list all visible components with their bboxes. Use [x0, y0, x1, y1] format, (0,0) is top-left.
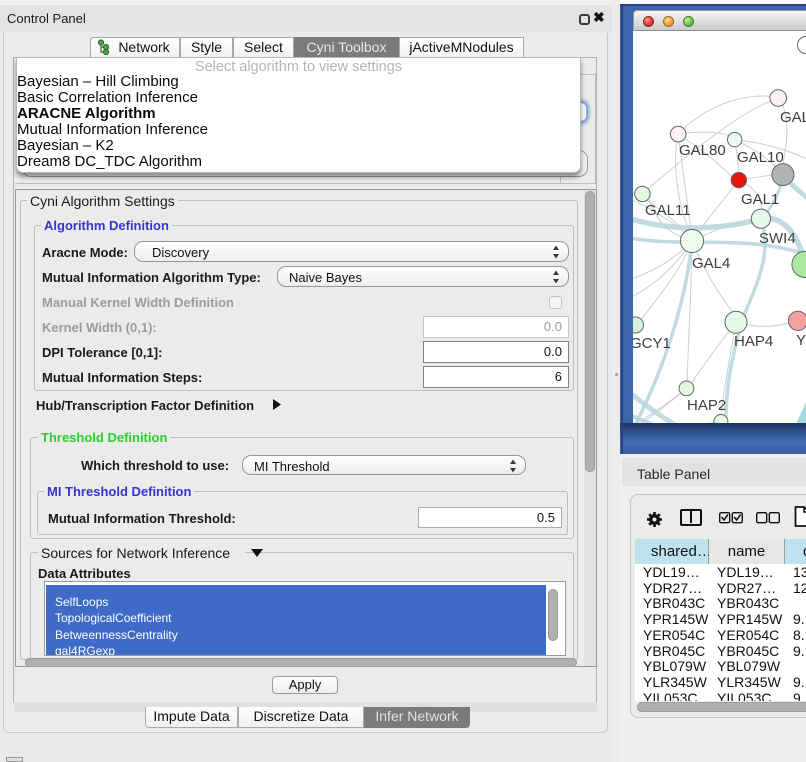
svg-text:GAL2: GAL2: [780, 109, 806, 126]
svg-text:Y: Y: [796, 332, 806, 349]
svg-text:GCY1: GCY1: [633, 335, 671, 352]
svg-text:GAL1: GAL1: [741, 191, 779, 208]
svg-text:GAL11: GAL11: [645, 202, 691, 219]
svg-text:HAP4: HAP4: [734, 333, 773, 350]
svg-text:GAL80: GAL80: [679, 142, 726, 159]
svg-text:SWI4: SWI4: [759, 230, 796, 247]
svg-text:GAL10: GAL10: [737, 149, 784, 166]
svg-text:GAL4: GAL4: [692, 255, 730, 272]
svg-text:HAP2: HAP2: [687, 397, 726, 414]
